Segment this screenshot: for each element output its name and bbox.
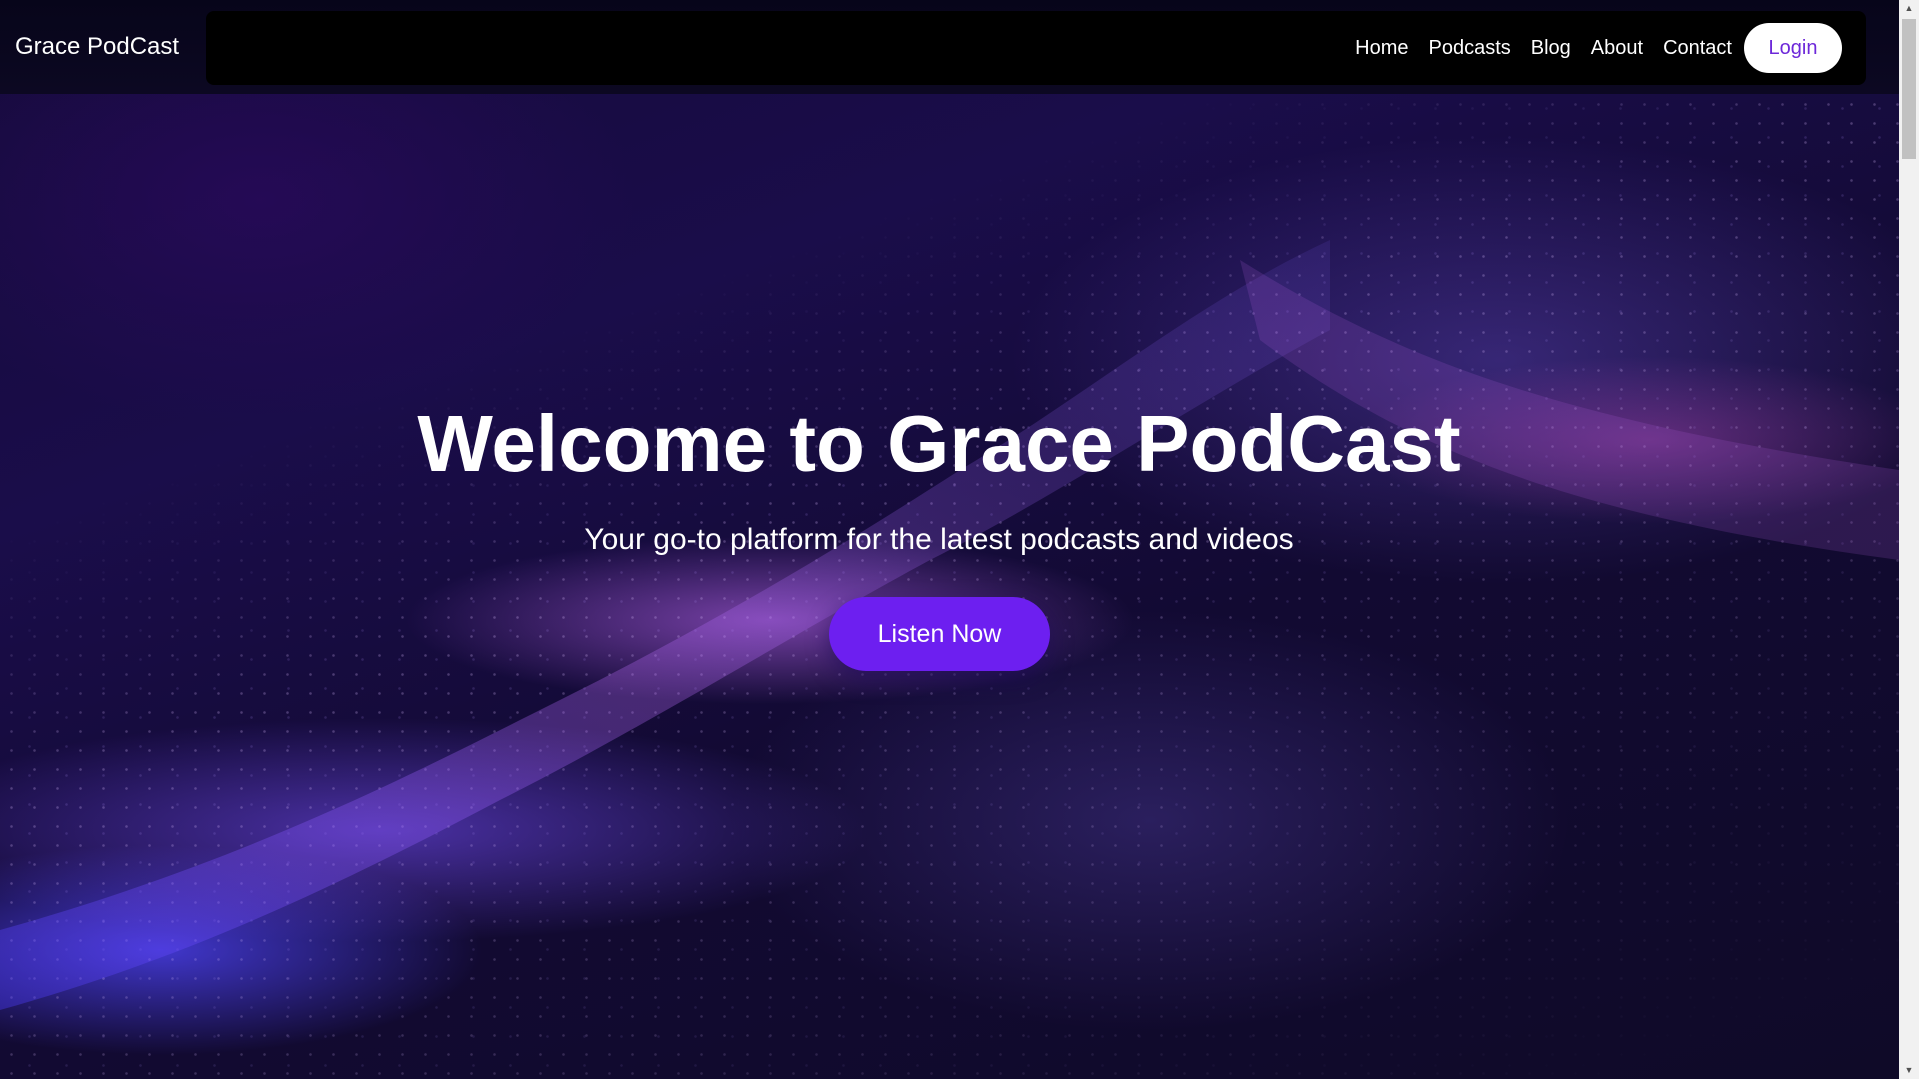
scroll-down-arrow-icon[interactable]: ▼ bbox=[1899, 1062, 1919, 1079]
navbar: Grace PodCast Home Podcasts Blog About C… bbox=[0, 0, 1899, 94]
vertical-scrollbar[interactable]: ▲ ▼ bbox=[1899, 0, 1919, 1079]
page-viewport: Grace PodCast Home Podcasts Blog About C… bbox=[0, 0, 1899, 1079]
nav-link-podcasts[interactable]: Podcasts bbox=[1429, 37, 1511, 60]
nav-link-contact[interactable]: Contact bbox=[1663, 37, 1732, 60]
nav-link-blog[interactable]: Blog bbox=[1531, 37, 1571, 60]
nav-panel: Home Podcasts Blog About Contact Login bbox=[206, 11, 1866, 85]
nav-links: Home Podcasts Blog About Contact Login bbox=[1355, 11, 1866, 85]
hero-subtitle: Your go-to platform for the latest podca… bbox=[584, 523, 1294, 556]
login-button[interactable]: Login bbox=[1744, 23, 1842, 73]
scrollbar-thumb[interactable] bbox=[1902, 19, 1916, 159]
nav-link-home[interactable]: Home bbox=[1355, 37, 1408, 60]
listen-now-button[interactable]: Listen Now bbox=[829, 597, 1050, 671]
scroll-up-arrow-icon[interactable]: ▲ bbox=[1899, 0, 1919, 17]
hero-title: Welcome to Grace PodCast bbox=[417, 399, 1461, 488]
nav-link-about[interactable]: About bbox=[1591, 37, 1643, 60]
brand-logo[interactable]: Grace PodCast bbox=[15, 32, 179, 62]
